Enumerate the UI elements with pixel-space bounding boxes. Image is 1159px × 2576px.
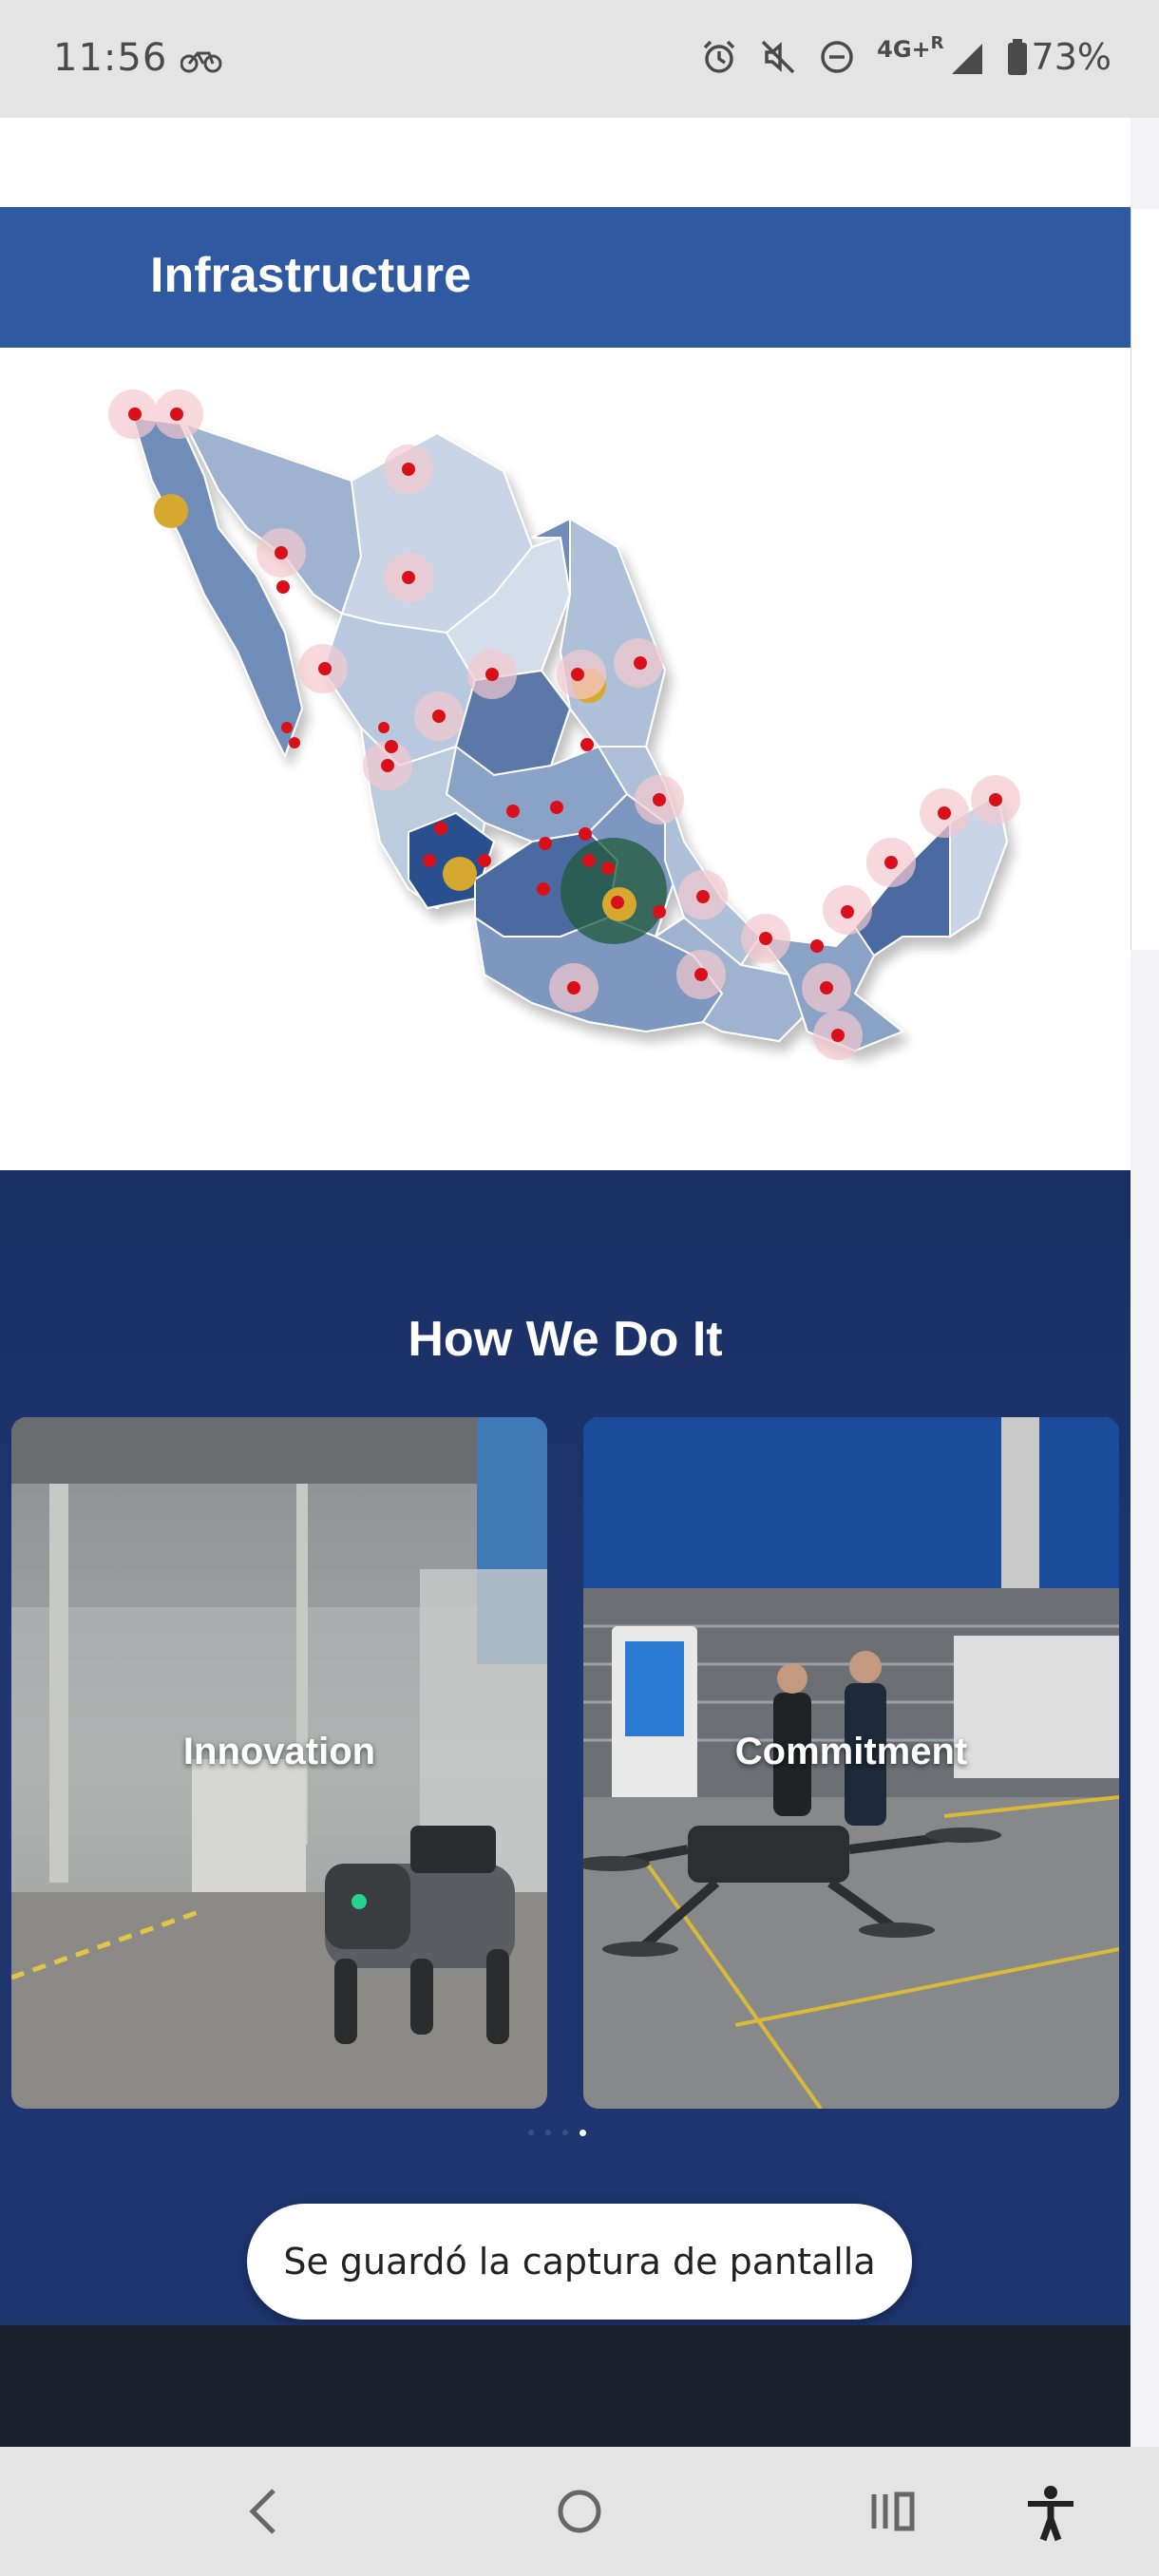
infrastructure-map (0, 348, 1130, 1170)
bike-icon (180, 51, 222, 73)
carousel-dot[interactable] (545, 2130, 551, 2135)
recent-apps-icon[interactable] (868, 2485, 918, 2538)
carousel-dot[interactable] (528, 2130, 534, 2135)
battery-percent: 73% (1031, 36, 1112, 78)
back-icon[interactable] (241, 2485, 287, 2538)
card-label-innovation: Innovation (182, 1731, 376, 1772)
screenshot-saved-toast: Se guardó la captura de pantalla (247, 2204, 912, 2320)
mexico-map (108, 389, 1020, 1060)
signal-icon (951, 44, 982, 74)
home-icon[interactable] (555, 2485, 604, 2538)
status-icons: 4G+R 73% (700, 32, 1112, 78)
status-time: 11:56 (53, 36, 222, 80)
alarm-icon (703, 40, 735, 73)
carousel-dot-active[interactable] (580, 2130, 586, 2136)
mute-icon (761, 40, 795, 74)
carousel-dots (528, 2130, 586, 2136)
network-type: 4G+R (877, 32, 944, 63)
carousel-dot[interactable] (562, 2130, 568, 2135)
page-top-spacer (0, 118, 1130, 207)
toast-message: Se guardó la captura de pantalla (283, 2241, 876, 2282)
navigation-bar (0, 2447, 1159, 2576)
how-we-do-it-title: How We Do It (408, 1312, 723, 1367)
battery-icon (1007, 39, 1027, 75)
infrastructure-title: Infrastructure (150, 248, 472, 303)
scrollbar-thumb[interactable] (1130, 209, 1159, 950)
accessibility-icon[interactable] (1024, 2485, 1077, 2542)
card-label-commitment: Commitment (734, 1731, 968, 1772)
card-commitment[interactable]: Commitment (583, 1417, 1119, 2109)
page-footer (0, 2325, 1130, 2447)
do-not-disturb-icon (821, 41, 853, 73)
card-innovation[interactable]: Innovation (11, 1417, 547, 2109)
